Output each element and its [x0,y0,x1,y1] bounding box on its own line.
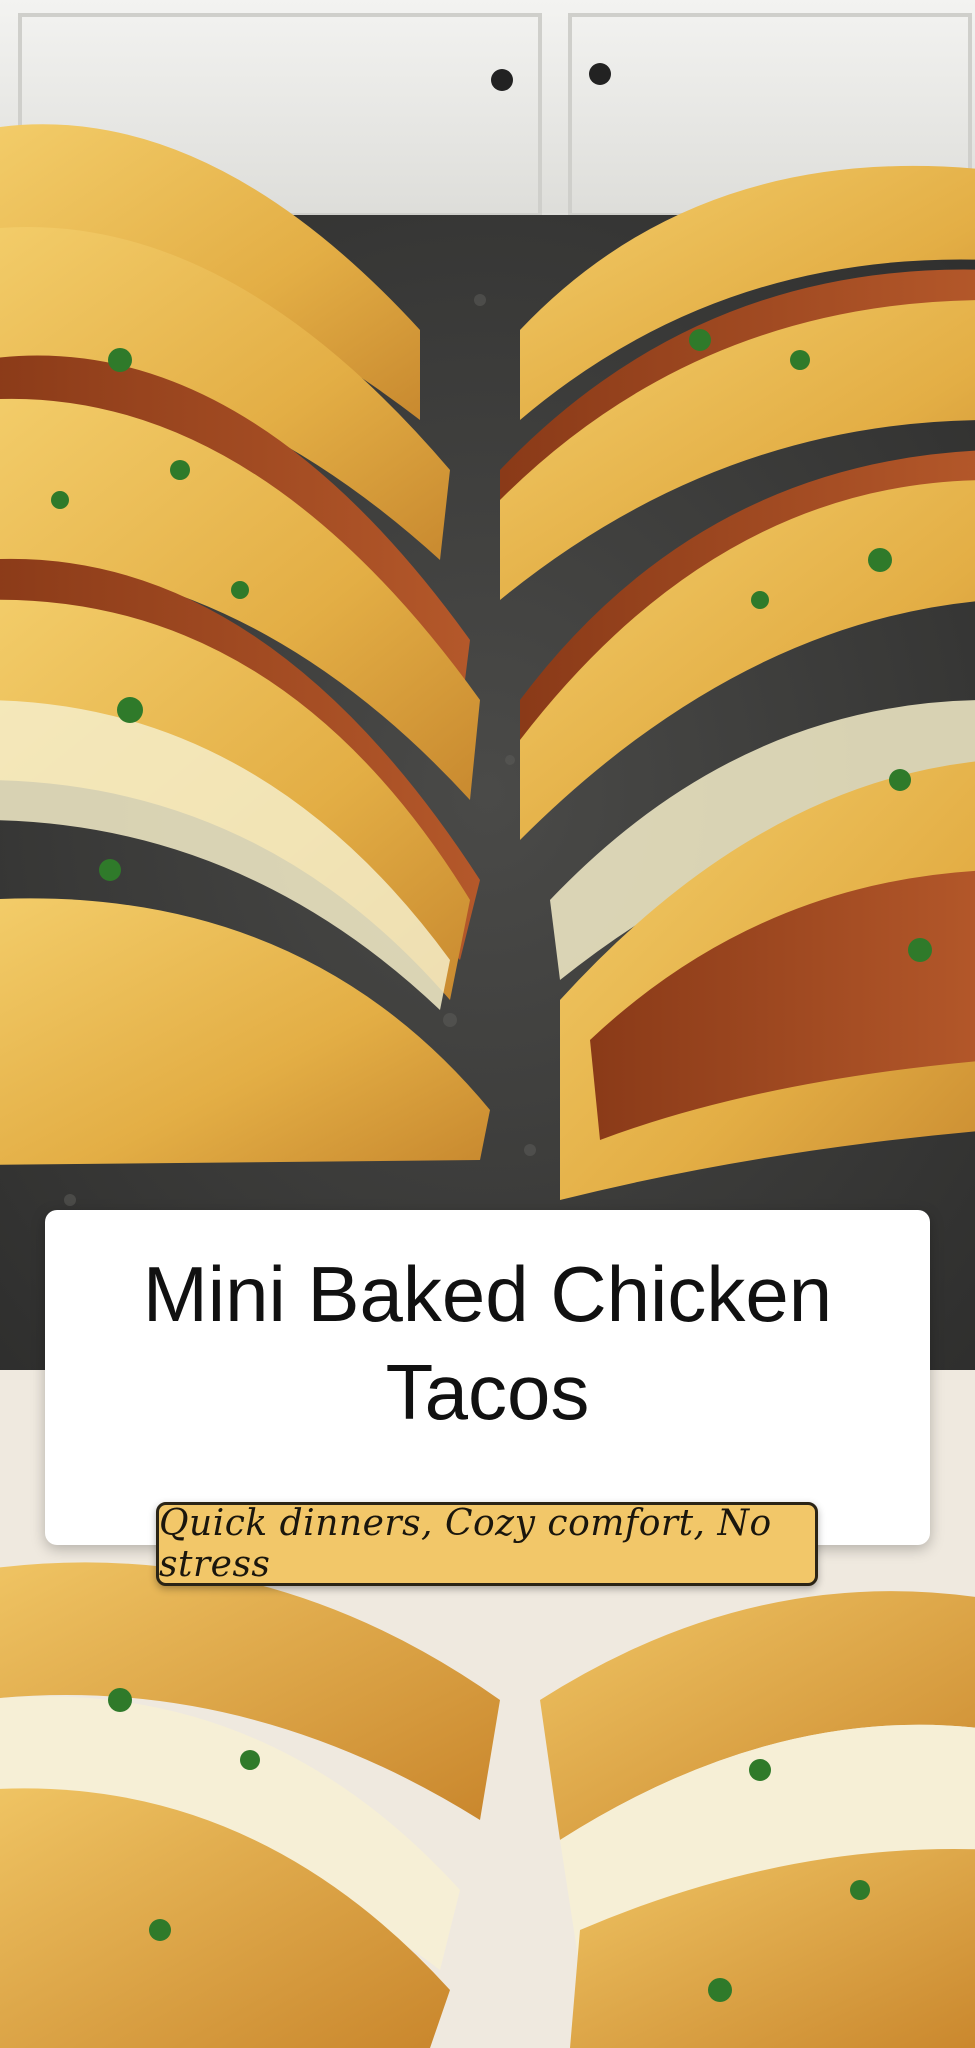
tagline-text: Quick dinners, Cozy comfort, No stress [159,1503,772,1585]
title-card: Mini Baked Chicken Tacos [45,1210,930,1545]
tagline-badge: Quick dinners, Cozy comfort, No stress [156,1502,818,1586]
tacos-photo-top [0,0,975,1370]
tacos-photo-illustration [0,0,975,1370]
recipe-title: Mini Baked Chicken Tacos [142,1249,833,1436]
